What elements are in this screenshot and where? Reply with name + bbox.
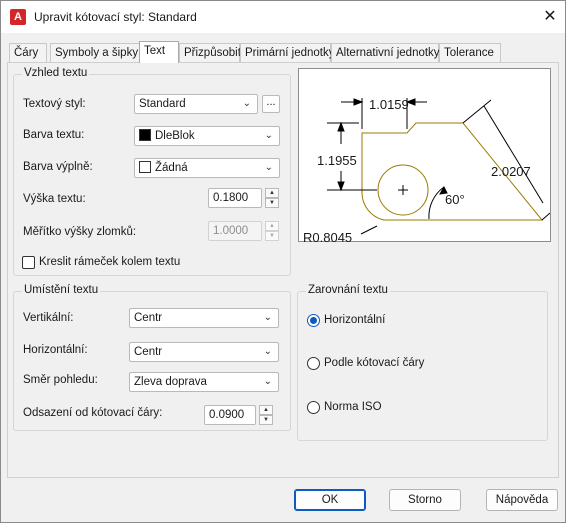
offset-spinner[interactable]: ▲ ▼: [259, 405, 273, 425]
chevron-down-icon: ⌄: [263, 312, 272, 323]
dialog-window: A Upravit kótovací styl: Standard ✕ Čáry…: [0, 0, 566, 523]
group-title: Zarovnání textu: [306, 284, 390, 296]
help-button[interactable]: Nápověda: [486, 489, 558, 511]
draw-frame-label: Kreslit rámeček kolem textu: [39, 256, 181, 268]
horizontal-value: Centr: [134, 346, 163, 358]
text-color-value: DleBlok: [155, 130, 195, 142]
text-height-spinner[interactable]: ▲ ▼: [265, 188, 279, 208]
align-with-dim-line-label: Podle kótovací čáry: [324, 357, 425, 369]
close-icon[interactable]: ✕: [539, 6, 561, 28]
tab-symbols-arrows[interactable]: Symboly a šipky: [50, 43, 144, 63]
draw-frame-checkbox[interactable]: [22, 256, 35, 269]
fill-color-value: Žádná: [155, 162, 188, 174]
preview-dim-left: 1.1955: [317, 153, 357, 168]
horizontal-combo[interactable]: Centr ⌄: [129, 342, 279, 362]
offset-label: Odsazení od kótovací čáry:: [23, 407, 163, 419]
vertical-label: Vertikální:: [23, 312, 74, 324]
tab-fit[interactable]: Přizpůsobit: [179, 43, 241, 63]
fill-color-combo[interactable]: Žádná ⌄: [134, 158, 280, 178]
align-horizontal-radio[interactable]: [307, 314, 320, 327]
direction-label: Směr pohledu:: [23, 374, 98, 386]
chevron-down-icon: ⌄: [263, 346, 272, 357]
align-iso-label: Norma ISO: [324, 401, 382, 413]
text-style-browse-button[interactable]: ...: [262, 95, 280, 113]
triangle-down-icon[interactable]: ▼: [259, 415, 273, 425]
group-title: Vzhled textu: [22, 67, 90, 79]
tab-text[interactable]: Text: [139, 41, 179, 63]
preview-radius: R0.8045: [303, 230, 353, 245]
title-bar: A Upravit kótovací styl: Standard ✕: [1, 1, 565, 33]
color-swatch: [139, 129, 151, 141]
app-icon: A: [10, 9, 26, 25]
text-style-label: Textový styl:: [23, 98, 86, 110]
vertical-value: Centr: [134, 312, 163, 324]
triangle-up-icon[interactable]: ▲: [265, 188, 279, 198]
group-title: Umístění textu: [22, 284, 101, 296]
triangle-up-icon[interactable]: ▲: [259, 405, 273, 415]
cancel-button[interactable]: Storno: [389, 489, 461, 511]
triangle-down-icon[interactable]: ▼: [265, 198, 279, 208]
vertical-combo[interactable]: Centr ⌄: [129, 308, 279, 328]
offset-input[interactable]: 0.0900: [204, 405, 256, 425]
triangle-down-icon: ▼: [265, 231, 279, 241]
preview-dim-top: 1.0159: [369, 97, 409, 112]
direction-combo[interactable]: Zleva doprava ⌄: [129, 372, 279, 392]
window-title: Upravit kótovací styl: Standard: [34, 10, 197, 24]
tab-alternate-units[interactable]: Alternativní jednotky: [331, 43, 440, 63]
ok-button[interactable]: OK: [294, 489, 366, 511]
text-color-label: Barva textu:: [23, 129, 85, 141]
align-horizontal-label: Horizontální: [324, 314, 386, 326]
chevron-down-icon: ⌄: [264, 130, 273, 141]
fraction-scale-input: 1.0000: [208, 221, 262, 241]
align-with-dim-line-radio[interactable]: [307, 357, 320, 370]
dimension-preview: 1.0159 1.1955 2.0207 60° R0.8045: [298, 68, 551, 245]
chevron-down-icon: ⌄: [242, 98, 251, 109]
text-height-input[interactable]: 0.1800: [208, 188, 262, 208]
text-height-label: Výška textu:: [23, 193, 86, 205]
preview-angle: 60°: [445, 192, 465, 207]
tab-lines[interactable]: Čáry: [9, 43, 47, 63]
chevron-down-icon: ⌄: [263, 376, 272, 387]
text-style-combo[interactable]: Standard ⌄: [134, 94, 258, 114]
fraction-scale-label: Měřítko výšky zlomků:: [23, 226, 137, 238]
preview-dim-right: 2.0207: [491, 164, 531, 179]
text-style-value: Standard: [139, 98, 186, 110]
tab-primary-units[interactable]: Primární jednotky: [240, 43, 334, 63]
text-color-combo[interactable]: DleBlok ⌄: [134, 126, 280, 146]
triangle-up-icon: ▲: [265, 221, 279, 231]
align-iso-radio[interactable]: [307, 401, 320, 414]
fill-swatch: [139, 161, 151, 173]
direction-value: Zleva doprava: [134, 376, 207, 388]
chevron-down-icon: ⌄: [264, 162, 273, 173]
fill-color-label: Barva výplně:: [23, 161, 93, 173]
tab-tolerance[interactable]: Tolerance: [439, 43, 501, 63]
horizontal-label: Horizontální:: [23, 344, 88, 356]
fraction-scale-spinner: ▲ ▼: [265, 221, 279, 241]
